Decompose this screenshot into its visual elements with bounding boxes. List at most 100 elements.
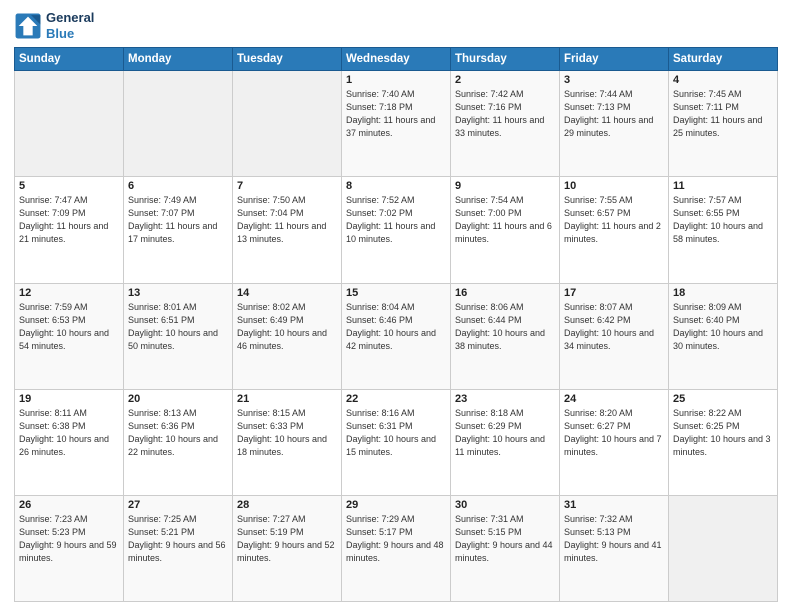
day-info: Sunrise: 7:59 AM Sunset: 6:53 PM Dayligh… (19, 301, 119, 353)
day-info: Sunrise: 8:15 AM Sunset: 6:33 PM Dayligh… (237, 407, 337, 459)
day-info: Sunrise: 8:16 AM Sunset: 6:31 PM Dayligh… (346, 407, 446, 459)
day-number: 17 (564, 287, 664, 299)
day-number: 29 (346, 499, 446, 511)
calendar-week-row: 19 Sunrise: 8:11 AM Sunset: 6:38 PM Dayli… (15, 389, 778, 495)
day-number: 30 (455, 499, 555, 511)
day-number: 18 (673, 287, 773, 299)
calendar-day-header: Monday (124, 48, 233, 71)
calendar-cell: 18 Sunrise: 8:09 AM Sunset: 6:40 PM Dayli… (669, 283, 778, 389)
day-info: Sunrise: 7:47 AM Sunset: 7:09 PM Dayligh… (19, 194, 119, 246)
day-number: 7 (237, 180, 337, 192)
day-info: Sunrise: 8:20 AM Sunset: 6:27 PM Dayligh… (564, 407, 664, 459)
calendar-cell: 20Sunrise: 8:13 AM Sunset: 6:36 PM Dayli… (124, 389, 233, 495)
calendar-cell: 25 Sunrise: 8:22 AM Sunset: 6:25 PM Dayli… (669, 389, 778, 495)
calendar-cell: 11Sunrise: 7:57 AM Sunset: 6:55 PM Dayli… (669, 177, 778, 283)
day-info: Sunrise: 7:50 AM Sunset: 7:04 PM Dayligh… (237, 194, 337, 246)
day-info: Sunrise: 8:11 AM Sunset: 6:38 PM Dayligh… (19, 407, 119, 459)
day-info: Sunrise: 8:22 AM Sunset: 6:25 PM Dayligh… (673, 407, 773, 459)
calendar-cell: 2 Sunrise: 7:42 AM Sunset: 7:16 PM Daylig… (451, 71, 560, 177)
calendar-week-row: 12Sunrise: 7:59 AM Sunset: 6:53 PM Dayli… (15, 283, 778, 389)
day-number: 22 (346, 393, 446, 405)
day-number: 2 (455, 74, 555, 86)
calendar-cell: 30 Sunrise: 7:31 AM Sunset: 5:15 PM Dayli… (451, 495, 560, 601)
calendar-cell (233, 71, 342, 177)
calendar-cell: 6Sunrise: 7:49 AM Sunset: 7:07 PM Daylig… (124, 177, 233, 283)
day-info: Sunrise: 7:52 AM Sunset: 7:02 PM Dayligh… (346, 194, 446, 246)
logo: General Blue (14, 10, 94, 41)
calendar-day-header: Tuesday (233, 48, 342, 71)
day-info: Sunrise: 8:13 AM Sunset: 6:36 PM Dayligh… (128, 407, 228, 459)
calendar-cell: 15Sunrise: 8:04 AM Sunset: 6:46 PM Dayli… (342, 283, 451, 389)
day-info: Sunrise: 8:06 AM Sunset: 6:44 PM Dayligh… (455, 301, 555, 353)
day-number: 23 (455, 393, 555, 405)
day-info: Sunrise: 7:49 AM Sunset: 7:07 PM Dayligh… (128, 194, 228, 246)
day-number: 27 (128, 499, 228, 511)
day-number: 5 (19, 180, 119, 192)
day-info: Sunrise: 7:29 AM Sunset: 5:17 PM Dayligh… (346, 513, 446, 565)
calendar-cell: 17 Sunrise: 8:07 AM Sunset: 6:42 PM Dayli… (560, 283, 669, 389)
day-number: 3 (564, 74, 664, 86)
day-info: Sunrise: 7:54 AM Sunset: 7:00 PM Dayligh… (455, 194, 555, 246)
day-info: Sunrise: 7:27 AM Sunset: 5:19 PM Dayligh… (237, 513, 337, 565)
calendar-cell: 24 Sunrise: 8:20 AM Sunset: 6:27 PM Dayli… (560, 389, 669, 495)
day-info: Sunrise: 7:23 AM Sunset: 5:23 PM Dayligh… (19, 513, 119, 565)
day-number: 8 (346, 180, 446, 192)
calendar-day-header: Saturday (669, 48, 778, 71)
calendar-cell: 26Sunrise: 7:23 AM Sunset: 5:23 PM Dayli… (15, 495, 124, 601)
calendar-cell: 4 Sunrise: 7:45 AM Sunset: 7:11 PM Daylig… (669, 71, 778, 177)
calendar-cell: 5 Sunrise: 7:47 AM Sunset: 7:09 PM Daylig… (15, 177, 124, 283)
day-info: Sunrise: 7:55 AM Sunset: 6:57 PM Dayligh… (564, 194, 664, 246)
calendar-cell: 14 Sunrise: 8:02 AM Sunset: 6:49 PM Dayli… (233, 283, 342, 389)
calendar-cell (124, 71, 233, 177)
day-info: Sunrise: 7:25 AM Sunset: 5:21 PM Dayligh… (128, 513, 228, 565)
logo-text: General Blue (46, 10, 94, 41)
day-info: Sunrise: 8:04 AM Sunset: 6:46 PM Dayligh… (346, 301, 446, 353)
calendar-cell (669, 495, 778, 601)
day-number: 14 (237, 287, 337, 299)
day-number: 4 (673, 74, 773, 86)
day-info: Sunrise: 8:07 AM Sunset: 6:42 PM Dayligh… (564, 301, 664, 353)
calendar-cell: 27 Sunrise: 7:25 AM Sunset: 5:21 PM Dayli… (124, 495, 233, 601)
calendar-table: SundayMondayTuesdayWednesdayThursdayFrid… (14, 47, 778, 602)
calendar-cell: 7 Sunrise: 7:50 AM Sunset: 7:04 PM Daylig… (233, 177, 342, 283)
calendar-cell: 19 Sunrise: 8:11 AM Sunset: 6:38 PM Dayli… (15, 389, 124, 495)
calendar-week-row: 5 Sunrise: 7:47 AM Sunset: 7:09 PM Daylig… (15, 177, 778, 283)
calendar-cell: 8 Sunrise: 7:52 AM Sunset: 7:02 PM Daylig… (342, 177, 451, 283)
calendar-day-header: Wednesday (342, 48, 451, 71)
day-number: 10 (564, 180, 664, 192)
calendar-cell: 23 Sunrise: 8:18 AM Sunset: 6:29 PM Dayli… (451, 389, 560, 495)
day-number: 21 (237, 393, 337, 405)
day-number: 31 (564, 499, 664, 511)
day-info: Sunrise: 7:45 AM Sunset: 7:11 PM Dayligh… (673, 88, 773, 140)
calendar-header-row: SundayMondayTuesdayWednesdayThursdayFrid… (15, 48, 778, 71)
day-info: Sunrise: 8:01 AM Sunset: 6:51 PM Dayligh… (128, 301, 228, 353)
calendar-cell: 31Sunrise: 7:32 AM Sunset: 5:13 PM Dayli… (560, 495, 669, 601)
calendar-cell: 29 Sunrise: 7:29 AM Sunset: 5:17 PM Dayli… (342, 495, 451, 601)
day-info: Sunrise: 7:42 AM Sunset: 7:16 PM Dayligh… (455, 88, 555, 140)
day-number: 1 (346, 74, 446, 86)
header: General Blue (14, 10, 778, 41)
day-number: 28 (237, 499, 337, 511)
day-info: Sunrise: 8:09 AM Sunset: 6:40 PM Dayligh… (673, 301, 773, 353)
calendar-cell: 3 Sunrise: 7:44 AM Sunset: 7:13 PM Daylig… (560, 71, 669, 177)
day-number: 24 (564, 393, 664, 405)
calendar-cell: 10 Sunrise: 7:55 AM Sunset: 6:57 PM Dayli… (560, 177, 669, 283)
calendar-cell: 28 Sunrise: 7:27 AM Sunset: 5:19 PM Dayli… (233, 495, 342, 601)
day-info: Sunrise: 8:18 AM Sunset: 6:29 PM Dayligh… (455, 407, 555, 459)
day-number: 9 (455, 180, 555, 192)
day-info: Sunrise: 8:02 AM Sunset: 6:49 PM Dayligh… (237, 301, 337, 353)
day-number: 19 (19, 393, 119, 405)
calendar-cell: 13 Sunrise: 8:01 AM Sunset: 6:51 PM Dayli… (124, 283, 233, 389)
day-info: Sunrise: 7:44 AM Sunset: 7:13 PM Dayligh… (564, 88, 664, 140)
day-info: Sunrise: 7:31 AM Sunset: 5:15 PM Dayligh… (455, 513, 555, 565)
calendar-day-header: Sunday (15, 48, 124, 71)
calendar-cell: 9 Sunrise: 7:54 AM Sunset: 7:00 PM Daylig… (451, 177, 560, 283)
calendar-week-row: 1 Sunrise: 7:40 AM Sunset: 7:18 PM Daylig… (15, 71, 778, 177)
page: General Blue SundayMondayTuesdayWednesda… (0, 0, 792, 612)
day-info: Sunrise: 7:40 AM Sunset: 7:18 PM Dayligh… (346, 88, 446, 140)
calendar-cell: 22 Sunrise: 8:16 AM Sunset: 6:31 PM Dayli… (342, 389, 451, 495)
day-number: 13 (128, 287, 228, 299)
calendar-cell: 1 Sunrise: 7:40 AM Sunset: 7:18 PM Daylig… (342, 71, 451, 177)
day-info: Sunrise: 7:57 AM Sunset: 6:55 PM Dayligh… (673, 194, 773, 246)
day-number: 25 (673, 393, 773, 405)
